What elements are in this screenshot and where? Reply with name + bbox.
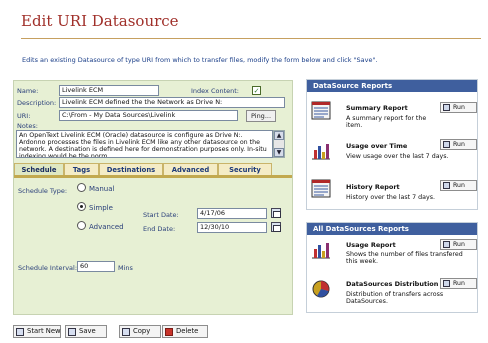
start-date-field[interactable]: 4/17/06	[197, 208, 267, 219]
radio-advanced[interactable]	[77, 221, 86, 230]
save-button[interactable]: Save	[65, 325, 107, 338]
summary-report-title: Summary Report	[346, 104, 408, 112]
scroll-down-icon[interactable]: ▼	[274, 148, 284, 157]
start-new-label: Start New	[27, 327, 61, 335]
schedule-type-label: Schedule Type:	[18, 187, 68, 195]
radio-advanced-label: Advanced	[89, 223, 124, 231]
title-divider	[21, 38, 481, 39]
delete-button[interactable]: Delete	[162, 325, 208, 338]
end-date-label: End Date:	[143, 225, 176, 233]
history-report-title: History Report	[346, 183, 400, 191]
usage-over-time-run-label: Run	[453, 141, 465, 148]
index-content-checkbox[interactable]: ✓	[252, 86, 261, 95]
page-title: Edit URI Datasource	[21, 12, 179, 30]
ping-button[interactable]: Ping...	[246, 110, 276, 122]
run-icon	[443, 182, 450, 189]
schedule-interval-label: Schedule Interval:	[18, 264, 78, 272]
radio-manual[interactable]	[77, 183, 86, 192]
all-datasources-reports-heading: All DataSources Reports	[307, 223, 477, 235]
distribution-run-label: Run	[453, 280, 465, 287]
delete-label: Delete	[176, 327, 199, 335]
save-icon	[68, 328, 76, 336]
start-date-label: Start Date:	[143, 211, 179, 219]
radio-manual-label: Manual	[89, 185, 115, 193]
summary-run-label: Run	[453, 104, 465, 111]
tab-underline	[14, 175, 292, 178]
usage-over-time-run-button[interactable]: Run	[440, 139, 477, 150]
usage-report-run-label: Run	[453, 241, 465, 248]
copy-button[interactable]: Copy	[119, 325, 161, 338]
end-calendar-icon[interactable]	[271, 222, 281, 232]
summary-report-subtitle: A summary report for the item.	[346, 115, 427, 129]
scroll-up-icon[interactable]: ▲	[274, 131, 284, 140]
history-report-subtitle: History over the last 7 days.	[346, 194, 436, 201]
datasource-reports-heading: DataSource Reports	[307, 80, 477, 92]
tab-security[interactable]: Security	[218, 163, 272, 175]
start-new-button[interactable]: Start New	[13, 325, 61, 338]
distribution-run-button[interactable]: Run	[440, 278, 477, 289]
datasource-reports-panel: DataSource Reports Summary Report A summ…	[306, 79, 478, 210]
summary-run-button[interactable]: Run	[440, 102, 477, 113]
notes-textarea[interactable]: An OpenText Livelink ECM (Oracle) dataso…	[16, 130, 273, 158]
run-icon	[443, 241, 450, 248]
distribution-pie-icon	[312, 280, 330, 298]
description-field[interactable]: Livelink ECM defined the the Network as …	[59, 97, 285, 108]
copy-label: Copy	[133, 327, 151, 335]
usage-report-subtitle: Shows the number of files transfered thi…	[346, 251, 463, 265]
distribution-subtitle: Distribution of transfers across DataSou…	[346, 291, 444, 305]
notes-scrollbar[interactable]: ▲ ▼	[273, 130, 285, 158]
uri-label: URI:	[17, 112, 31, 120]
usage-report-icon	[312, 243, 330, 259]
end-date-field[interactable]: 12/30/10	[197, 222, 267, 233]
tab-tags[interactable]: Tags	[64, 163, 99, 175]
schedule-interval-field[interactable]: 60	[77, 261, 115, 272]
history-report-icon	[311, 179, 331, 198]
notes-label: Notes:	[17, 122, 38, 130]
radio-simple[interactable]	[77, 202, 86, 211]
usage-over-time-subtitle: View usage over the last 7 days.	[346, 153, 449, 160]
history-run-button[interactable]: Run	[440, 180, 477, 191]
name-field[interactable]: Livelink ECM	[59, 85, 159, 96]
delete-icon	[165, 328, 173, 336]
radio-simple-label: Simple	[89, 204, 113, 212]
copy-icon	[122, 328, 130, 336]
tab-schedule[interactable]: Schedule	[14, 163, 64, 175]
run-icon	[443, 104, 450, 111]
distribution-title: DataSources Distribution	[346, 280, 439, 288]
usage-report-run-button[interactable]: Run	[440, 239, 477, 250]
tab-advanced[interactable]: Advanced	[163, 163, 218, 175]
page-description: Edits an existing Datasource of type URI…	[22, 56, 378, 64]
save-label: Save	[79, 327, 96, 335]
tab-destinations[interactable]: Destinations	[99, 163, 163, 175]
start-calendar-icon[interactable]	[271, 208, 281, 218]
interval-unit-label: Mins	[118, 264, 133, 272]
usage-over-time-title: Usage over Time	[346, 142, 408, 150]
index-content-label: Index Content:	[191, 87, 240, 95]
usage-over-time-icon	[312, 144, 330, 160]
all-datasources-reports-panel: All DataSources Reports Usage Report Sho…	[306, 222, 478, 313]
usage-report-title: Usage Report	[346, 241, 396, 249]
start-new-icon	[16, 328, 24, 336]
description-label: Description:	[17, 99, 57, 107]
summary-report-icon	[311, 101, 331, 120]
name-label: Name:	[17, 87, 39, 95]
run-icon	[443, 280, 450, 287]
run-icon	[443, 141, 450, 148]
uri-field[interactable]: C:\From - My Data Sources\Livelink	[59, 110, 238, 121]
history-run-label: Run	[453, 182, 465, 189]
